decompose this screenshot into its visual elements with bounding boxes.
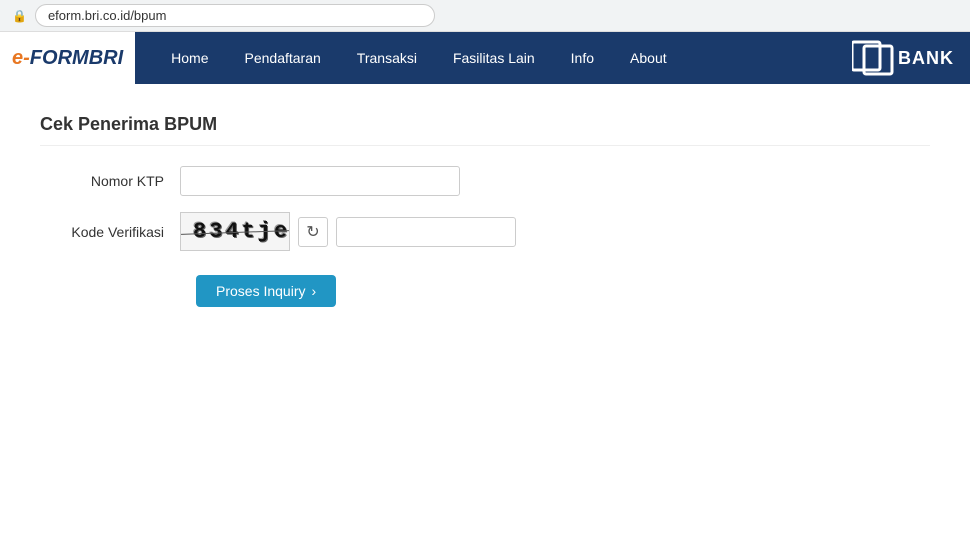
nav-link-fasilitas[interactable]: Fasilitas Lain bbox=[437, 42, 551, 74]
kode-verifikasi-label: Kode Verifikasi bbox=[40, 224, 180, 240]
nav-item-about[interactable]: About bbox=[614, 42, 683, 74]
form-section: Nomor KTP Kode Verifikasi 834tje ↻ Prose… bbox=[40, 166, 930, 307]
nav-link-pendaftaran[interactable]: Pendaftaran bbox=[229, 42, 337, 74]
brand-form: FORM bbox=[30, 47, 89, 69]
brand-bri-text: BRI bbox=[89, 47, 123, 69]
nomor-ktp-row: Nomor KTP bbox=[40, 166, 930, 196]
nav-item-pendaftaran[interactable]: Pendaftaran bbox=[229, 42, 337, 74]
nav-link-transaksi[interactable]: Transaksi bbox=[341, 42, 433, 74]
browser-chrome: 🔒 eform.bri.co.id/bpum bbox=[0, 0, 970, 32]
lock-icon: 🔒 bbox=[12, 9, 27, 23]
nav-link-info[interactable]: Info bbox=[555, 42, 610, 74]
nav-item-home[interactable]: Home bbox=[155, 42, 224, 74]
main-content: Cek Penerima BPUM Nomor KTP Kode Verifik… bbox=[0, 84, 970, 353]
url-bar[interactable]: eform.bri.co.id/bpum bbox=[35, 4, 435, 27]
kode-verifikasi-row: Kode Verifikasi 834tje ↻ bbox=[40, 212, 930, 251]
captcha-container: 834tje ↻ bbox=[180, 212, 516, 251]
nomor-ktp-label: Nomor KTP bbox=[40, 173, 180, 189]
brand-e: e- bbox=[12, 47, 30, 70]
nomor-ktp-input[interactable] bbox=[180, 166, 460, 196]
captcha-refresh-button[interactable]: ↻ bbox=[298, 217, 328, 247]
nav-item-info[interactable]: Info bbox=[555, 42, 610, 74]
brand-bri: FORMBRI bbox=[30, 47, 123, 70]
proses-inquiry-button[interactable]: Proses Inquiry › bbox=[196, 275, 336, 307]
btn-inquiry-label: Proses Inquiry bbox=[216, 283, 305, 299]
btn-arrow-icon: › bbox=[311, 283, 316, 299]
nav-item-fasilitas[interactable]: Fasilitas Lain bbox=[437, 42, 551, 74]
bank-logo-area: BANK bbox=[836, 38, 970, 78]
bri-logo-icon bbox=[852, 38, 896, 78]
nav-item-transaksi[interactable]: Transaksi bbox=[341, 42, 433, 74]
nav-link-home[interactable]: Home bbox=[155, 42, 224, 74]
bank-text: BANK bbox=[898, 48, 954, 69]
captcha-image: 834tje bbox=[180, 212, 290, 251]
nav-link-about[interactable]: About bbox=[614, 42, 683, 74]
captcha-input[interactable] bbox=[336, 217, 516, 247]
navbar: e-FORMBRI Home Pendaftaran Transaksi Fas… bbox=[0, 32, 970, 84]
submit-row: Proses Inquiry › bbox=[40, 267, 930, 307]
bri-logo: BANK bbox=[852, 38, 954, 78]
nav-menu: Home Pendaftaran Transaksi Fasilitas Lai… bbox=[155, 42, 836, 74]
brand[interactable]: e-FORMBRI bbox=[0, 32, 135, 84]
page-title: Cek Penerima BPUM bbox=[40, 114, 930, 146]
